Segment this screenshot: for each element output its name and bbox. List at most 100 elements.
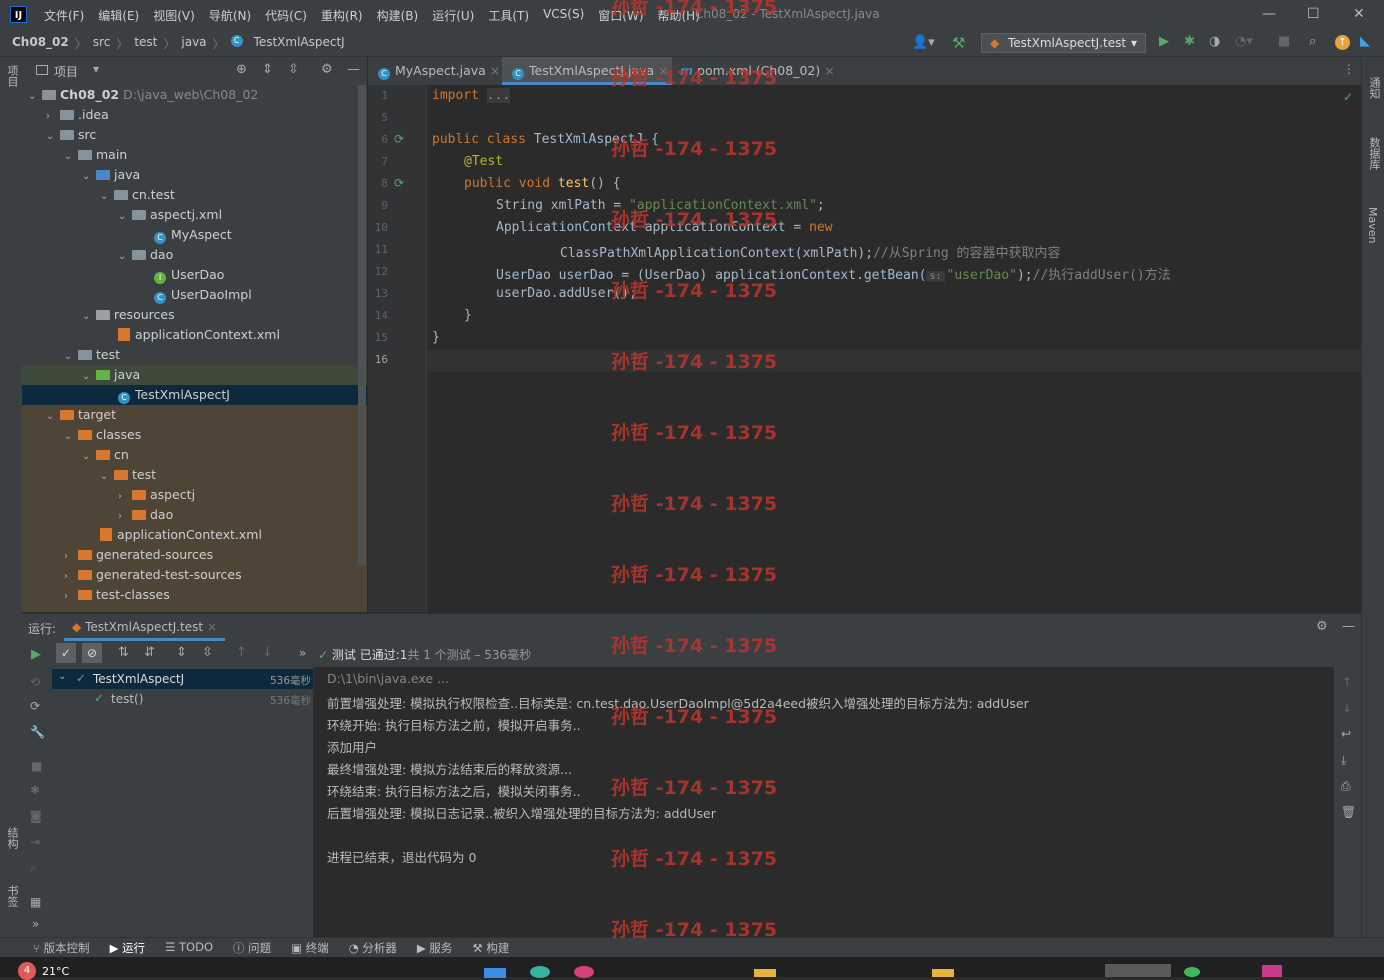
locate-icon[interactable]: ⊕ [236, 62, 247, 77]
arrow-up-icon[interactable]: ↑ [1342, 675, 1352, 689]
tree-node-myaspect[interactable]: C MyAspect [154, 225, 232, 245]
menu-tools[interactable]: 工具(T) [488, 7, 529, 24]
tree-node-generated-sources[interactable]: › generated-sources [64, 545, 213, 565]
tree-node-testxmlaspectj[interactable]: C TestXmlAspectJ [22, 385, 367, 405]
trash-icon[interactable]: 🗑 [1341, 805, 1356, 819]
breadcrumb-project[interactable]: Ch08_02 [12, 35, 69, 52]
arrow-down-icon[interactable]: ↓ [262, 645, 273, 660]
sort-alpha-icon[interactable]: ⇅ [118, 645, 129, 660]
coverage-icon[interactable]: ◑ [1209, 34, 1220, 49]
tree-node-src[interactable]: ⌄ src [46, 125, 96, 145]
run-configuration-select[interactable]: TestXmlAspectJ.test ▾ ◆ [981, 33, 1146, 53]
tab-testxmlaspectj[interactable]: C TestXmlAspectJ.java × [502, 57, 672, 85]
folder-icon[interactable] [932, 969, 954, 977]
expand-all-icon[interactable]: ⇕ [176, 645, 187, 660]
soft-wrap-icon[interactable]: ↩ [1341, 727, 1351, 741]
run-test-gutter-icon[interactable]: ⟳ [394, 176, 404, 190]
database-tool-button[interactable]: 数据库 [1366, 137, 1382, 170]
menu-run[interactable]: 运行(U) [432, 7, 474, 24]
profile-icon[interactable]: ◔▾ [1235, 34, 1253, 49]
menu-build[interactable]: 构建(B) [377, 7, 419, 24]
user-icon[interactable]: 👤▾ [912, 35, 935, 50]
tree-node-project[interactable]: ⌄ Ch08_02 D:\java_web\Ch08_02 [28, 85, 258, 105]
tree-node-classes-dao[interactable]: › dao [118, 505, 173, 525]
exit-icon[interactable]: ⇥ [30, 835, 40, 849]
breadcrumb-java[interactable]: java [181, 35, 206, 52]
breadcrumb-src[interactable]: src [93, 35, 111, 52]
show-passed-icon[interactable]: ✓ [56, 643, 76, 663]
tree-node-generated-test-sources[interactable]: › generated-test-sources [64, 565, 242, 585]
bottom-tab-profiler[interactable]: ◔ 分析器 [349, 940, 397, 956]
tab-pom[interactable]: m pom.xml (Ch08_02) × [672, 57, 835, 85]
notifications-tool-button[interactable]: 通知 [1366, 77, 1382, 99]
debug-icon[interactable]: ✱ [1184, 34, 1195, 49]
more-tabs-icon[interactable]: ⋮ [1343, 62, 1355, 76]
chevron-down-icon[interactable]: ▾ [93, 62, 99, 76]
tab-myaspect[interactable]: C MyAspect.java × [368, 57, 502, 85]
tree-node-main-java[interactable]: ⌄ java [82, 165, 140, 185]
project-tool-button[interactable]: 项目 [4, 65, 20, 87]
tree-node-target[interactable]: ⌄ target [46, 405, 116, 425]
code-editor[interactable]: ✓ [427, 85, 1361, 612]
weather-temperature[interactable]: 21°C [42, 965, 69, 978]
tree-node-test-classes[interactable]: › test-classes [64, 585, 170, 605]
menu-file[interactable]: 文件(F) [44, 7, 84, 24]
build-hammer-icon[interactable]: ⚒ [952, 34, 965, 52]
tree-node-classes-appcontext[interactable]: applicationContext.xml [100, 525, 262, 545]
rerun-icon[interactable]: ▶ [31, 647, 41, 662]
menu-window[interactable]: 窗口(W) [598, 7, 643, 24]
tree-node-test[interactable]: ⌄ test [64, 345, 120, 365]
tree-node-cn[interactable]: ⌄ cn [82, 445, 129, 465]
layout-icon[interactable]: ▦ [30, 895, 41, 909]
stop-icon[interactable]: ■ [1278, 34, 1290, 49]
run-tab[interactable]: ◆ TestXmlAspectJ.test × [64, 614, 225, 641]
test-row-class[interactable]: ⌄ ✓ TestXmlAspectJ 536毫秒 [52, 669, 313, 689]
folder-icon[interactable] [754, 969, 776, 977]
menu-navigate[interactable]: 导航(N) [209, 7, 251, 24]
no-problems-check-icon[interactable]: ✓ [1343, 90, 1353, 104]
gear-icon[interactable]: ⚙ [321, 62, 333, 77]
menu-edit[interactable]: 编辑(E) [98, 7, 139, 24]
test-row-method[interactable]: ✓ test() 536毫秒 [52, 689, 313, 709]
tree-node-classes[interactable]: ⌄ classes [64, 425, 141, 445]
tree-node-idea[interactable]: › .idea [46, 105, 109, 125]
tree-scrollbar[interactable] [358, 85, 366, 565]
breadcrumb-class[interactable]: TestXmlAspectJ [254, 35, 345, 52]
close-icon[interactable]: ✕ [1353, 6, 1365, 22]
sort-duration-icon[interactable]: ⇵ [144, 645, 155, 660]
bottom-tab-terminal[interactable]: ▣ 终端 [291, 940, 329, 956]
bookmarks-tool-button[interactable]: 书签 [4, 885, 20, 907]
wrench-icon[interactable]: 🔧 [30, 725, 45, 739]
collapse-all-icon[interactable]: ⇳ [288, 62, 299, 77]
expand-all-icon[interactable]: ⇕ [262, 62, 273, 77]
stop-icon[interactable]: ■ [31, 759, 42, 773]
project-panel-title[interactable]: 项目 [54, 63, 78, 80]
tree-node-test-java[interactable]: ⌄ java [22, 365, 367, 385]
hide-panel-icon[interactable]: — [1342, 619, 1355, 634]
menu-code[interactable]: 代码(C) [265, 7, 307, 24]
bottom-tab-vcs[interactable]: ⑂ 版本控制 [33, 940, 90, 956]
tree-node-classes-test[interactable]: ⌄ test [100, 465, 156, 485]
tree-node-aspectj-xml[interactable]: ⌄ aspectj.xml [118, 205, 222, 225]
bottom-tab-build[interactable]: ⚒ 构建 [472, 940, 509, 956]
arrow-up-icon[interactable]: ↑ [236, 645, 247, 660]
update-icon[interactable]: ↑ [1335, 35, 1350, 50]
maven-tool-button[interactable]: Maven [1366, 207, 1379, 243]
tree-node-main[interactable]: ⌄ main [64, 145, 127, 165]
more-icon[interactable]: » [32, 917, 39, 931]
search-icon[interactable]: ⌕ [1309, 34, 1316, 49]
assistant-icon[interactable]: ◣ [1360, 34, 1370, 49]
tree-node-cn-test[interactable]: ⌄ cn.test [100, 185, 175, 205]
tree-node-dao[interactable]: ⌄ dao [118, 245, 173, 265]
rerun-failed-icon[interactable]: ⟲ [30, 675, 40, 689]
tree-node-userdaoimpl[interactable]: C UserDaoImpl [154, 285, 252, 305]
menu-refactor[interactable]: 重构(R) [321, 7, 363, 24]
scroll-to-end-icon[interactable]: ⤓ [1341, 753, 1346, 768]
bottom-tab-run[interactable]: ▶ 运行 [110, 940, 146, 956]
bottom-tab-services[interactable]: ▶ 服务 [417, 940, 453, 956]
console-output[interactable]: D:\1\bin\java.exe ... 前置增强处理: 模拟执行权限检查..… [314, 667, 1334, 937]
menu-help[interactable]: 帮助(H) [658, 7, 700, 24]
debug-icon[interactable]: ✱ [30, 783, 40, 797]
more-icon[interactable]: » [299, 646, 306, 660]
structure-tool-button[interactable]: 结构 [4, 827, 20, 849]
